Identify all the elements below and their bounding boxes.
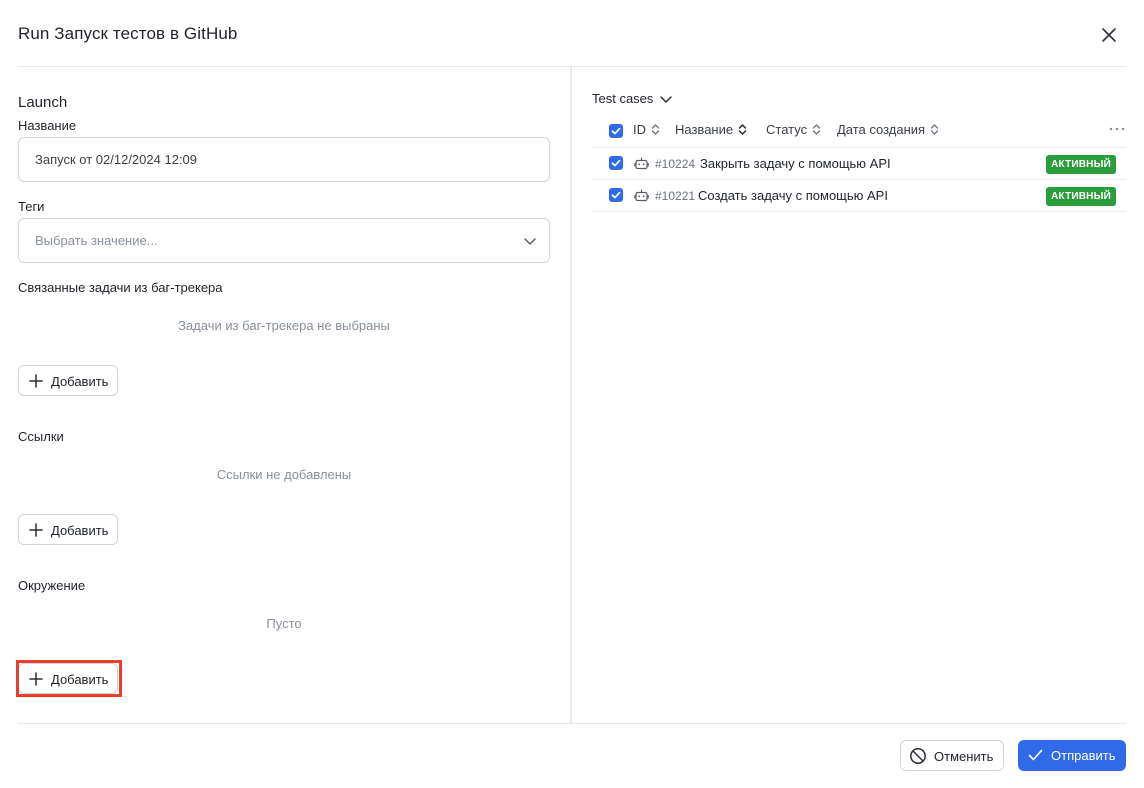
status-badge: АКТИВНЫЙ (1046, 155, 1116, 174)
plus-icon (29, 672, 43, 686)
chevron-down-icon (660, 95, 673, 103)
cancel-icon (910, 748, 926, 764)
plus-icon (29, 523, 43, 537)
issues-empty-text: Задачи из баг-трекера не выбраны (178, 318, 390, 333)
column-name[interactable]: Название (675, 122, 747, 137)
cancel-button[interactable]: Отменить (900, 740, 1004, 771)
row-checkbox[interactable] (609, 188, 623, 202)
row-checkbox[interactable] (609, 156, 623, 170)
sort-icon (812, 124, 821, 135)
plus-icon (29, 374, 43, 388)
row-divider (592, 211, 1126, 212)
tags-select-placeholder: Выбрать значение... (35, 233, 158, 248)
select-all-checkbox[interactable] (609, 124, 623, 138)
add-link-button-label: Добавить (51, 523, 109, 538)
column-name-label: Название (675, 122, 734, 137)
status-badge: АКТИВНЫЙ (1046, 187, 1116, 206)
column-status[interactable]: Статус (766, 122, 821, 137)
more-options-icon[interactable] (1108, 122, 1126, 136)
cancel-button-label: Отменить (934, 749, 994, 764)
test-case-id: #10224 (655, 157, 696, 171)
launch-dialog: Run Запуск тестов в GitHub Launch Назван… (0, 0, 1144, 788)
submit-button[interactable]: Отправить (1018, 740, 1126, 771)
robot-icon (634, 157, 649, 170)
footer-divider (18, 723, 1126, 724)
submit-button-label: Отправить (1051, 748, 1116, 763)
test-case-name: Закрыть задачу с помощью API (700, 156, 891, 171)
robot-icon (634, 189, 649, 202)
dialog-header: Run Запуск тестов в GitHub (0, 0, 1144, 68)
dialog-title: Run Запуск тестов в GitHub (18, 24, 238, 43)
close-button[interactable] (1098, 24, 1120, 46)
column-created-date[interactable]: Дата создания (837, 122, 939, 137)
tags-label: Теги (18, 199, 45, 214)
table-row[interactable]: #10221 Создать задачу с помощью API АКТИ… (592, 180, 1126, 211)
add-link-button[interactable]: Добавить (18, 514, 118, 545)
test-cases-panel: Test cases ID Название Статус Дата созда… (572, 67, 1144, 723)
tags-select[interactable]: Выбрать значение... (18, 218, 550, 263)
name-label: Название (18, 118, 77, 133)
environment-label: Окружение (18, 578, 86, 593)
test-case-name: Создать задачу с помощью API (698, 188, 888, 203)
links-label: Ссылки (18, 429, 64, 444)
test-case-id: #10221 (655, 189, 696, 203)
sort-icon (651, 124, 660, 135)
table-header: ID Название Статус Дата создания (592, 118, 1126, 146)
issues-label: Связанные задачи из баг-трекера (18, 280, 223, 295)
check-icon (611, 159, 621, 167)
add-environment-button[interactable]: Добавить (18, 663, 118, 694)
check-icon (611, 191, 621, 199)
check-icon (611, 127, 621, 135)
launch-section-title: Launch (18, 94, 68, 111)
environment-empty-text: Пусто (266, 616, 302, 631)
links-empty-text: Ссылки не добавлены (216, 467, 352, 482)
name-input-value: Запуск от 02/12/2024 12:09 (35, 152, 197, 167)
add-environment-button-label: Добавить (51, 672, 109, 687)
close-icon (1102, 28, 1116, 42)
add-issue-button-label: Добавить (51, 374, 109, 389)
column-created-date-label: Дата создания (837, 122, 926, 137)
test-cases-toggle[interactable]: Test cases (592, 91, 673, 106)
name-input[interactable]: Запуск от 02/12/2024 12:09 (18, 137, 550, 182)
column-id-label: ID (633, 122, 646, 137)
chevron-down-icon (524, 238, 536, 245)
sort-icon (738, 124, 747, 135)
sort-icon (930, 124, 939, 135)
launch-form: Launch Название Запуск от 02/12/2024 12:… (0, 67, 570, 723)
check-icon (1028, 749, 1043, 761)
column-status-label: Статус (766, 122, 808, 137)
column-id[interactable]: ID (633, 122, 660, 137)
table-row[interactable]: #10224 Закрыть задачу с помощью API АКТИ… (592, 148, 1126, 179)
add-issue-button[interactable]: Добавить (18, 365, 118, 396)
test-cases-header: Test cases (592, 91, 654, 106)
